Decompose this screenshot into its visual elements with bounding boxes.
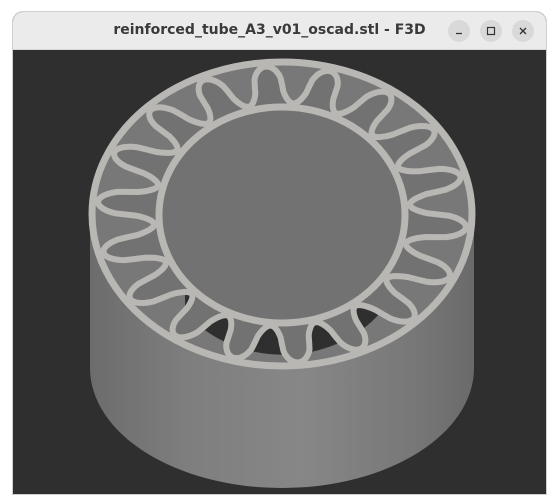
maximize-icon <box>486 26 496 36</box>
maximize-button[interactable] <box>480 20 502 42</box>
close-icon <box>519 27 527 35</box>
close-button[interactable] <box>512 20 534 42</box>
3d-viewport[interactable] <box>13 50 546 494</box>
minimize-icon <box>456 32 462 35</box>
model-render <box>88 58 476 488</box>
title-bar[interactable]: reinforced_tube_A3_v01_oscad.stl - F3D <box>13 12 546 50</box>
minimize-button[interactable] <box>448 20 470 42</box>
app-window: reinforced_tube_A3_v01_oscad.stl - F3D <box>13 12 546 494</box>
